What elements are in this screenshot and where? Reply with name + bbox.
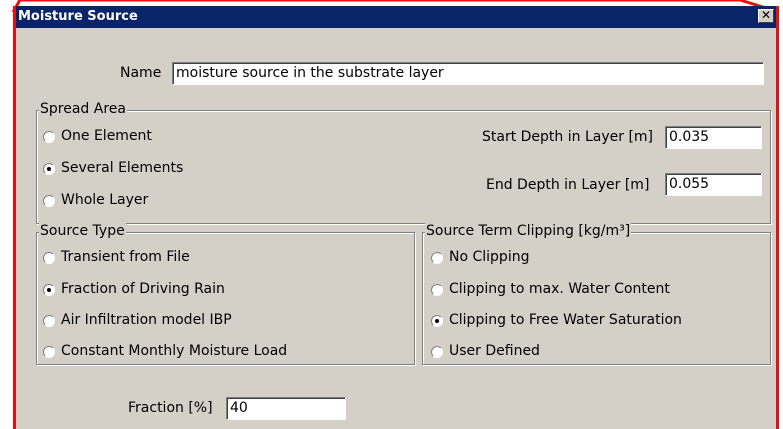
radio-label: One Element — [61, 128, 152, 144]
name-input[interactable]: moisture source in the substrate layer — [172, 62, 764, 85]
end-depth-input[interactable]: 0.055 — [665, 173, 762, 196]
radio-button — [43, 252, 55, 264]
radio-button-selected — [431, 315, 443, 327]
radio-button-selected — [43, 163, 55, 175]
moisture-source-dialog: Moisture Source ✕ Name moisture source i… — [13, 6, 779, 429]
fraction-input[interactable]: 40 — [226, 397, 346, 420]
name-label: Name — [120, 65, 162, 81]
end-depth-label: End Depth in Layer [m] — [486, 177, 650, 193]
fraction-label: Fraction [%] — [128, 400, 213, 416]
radio-label: No Clipping — [449, 249, 530, 265]
window-title: Moisture Source — [18, 9, 138, 24]
radio-label: Clipping to Free Water Saturation — [449, 312, 682, 328]
spread-area-group: Spread Area One Element Several Elements… — [36, 101, 771, 224]
radio-button — [43, 195, 55, 207]
radio-label: Several Elements — [61, 160, 184, 176]
clipping-legend: Source Term Clipping [kg/m³] — [425, 223, 632, 239]
radio-label: User Defined — [449, 343, 540, 359]
radio-label: Transient from File — [61, 249, 190, 265]
close-button[interactable]: ✕ — [758, 9, 774, 23]
start-depth-label: Start Depth in Layer [m] — [482, 129, 654, 145]
radio-label: Air Infiltration model IBP — [61, 312, 232, 328]
title-bar: Moisture Source ✕ — [16, 6, 776, 28]
source-type-group: Source Type Transient from File Fraction… — [36, 223, 415, 365]
radio-label: Fraction of Driving Rain — [61, 281, 225, 297]
source-term-clipping-group: Source Term Clipping [kg/m³] No Clipping… — [422, 223, 771, 365]
source-type-legend: Source Type — [39, 223, 126, 239]
radio-button-selected — [43, 284, 55, 296]
radio-label: Whole Layer — [61, 192, 149, 208]
radio-label: Clipping to max. Water Content — [449, 281, 670, 297]
spread-area-legend: Spread Area — [39, 101, 127, 117]
radio-button — [431, 346, 443, 358]
radio-button — [431, 252, 443, 264]
radio-button — [43, 315, 55, 327]
close-icon: ✕ — [760, 8, 772, 22]
radio-button — [43, 346, 55, 358]
radio-label: Constant Monthly Moisture Load — [61, 343, 288, 359]
radio-button — [431, 284, 443, 296]
radio-button — [43, 131, 55, 143]
start-depth-input[interactable]: 0.035 — [665, 126, 762, 149]
